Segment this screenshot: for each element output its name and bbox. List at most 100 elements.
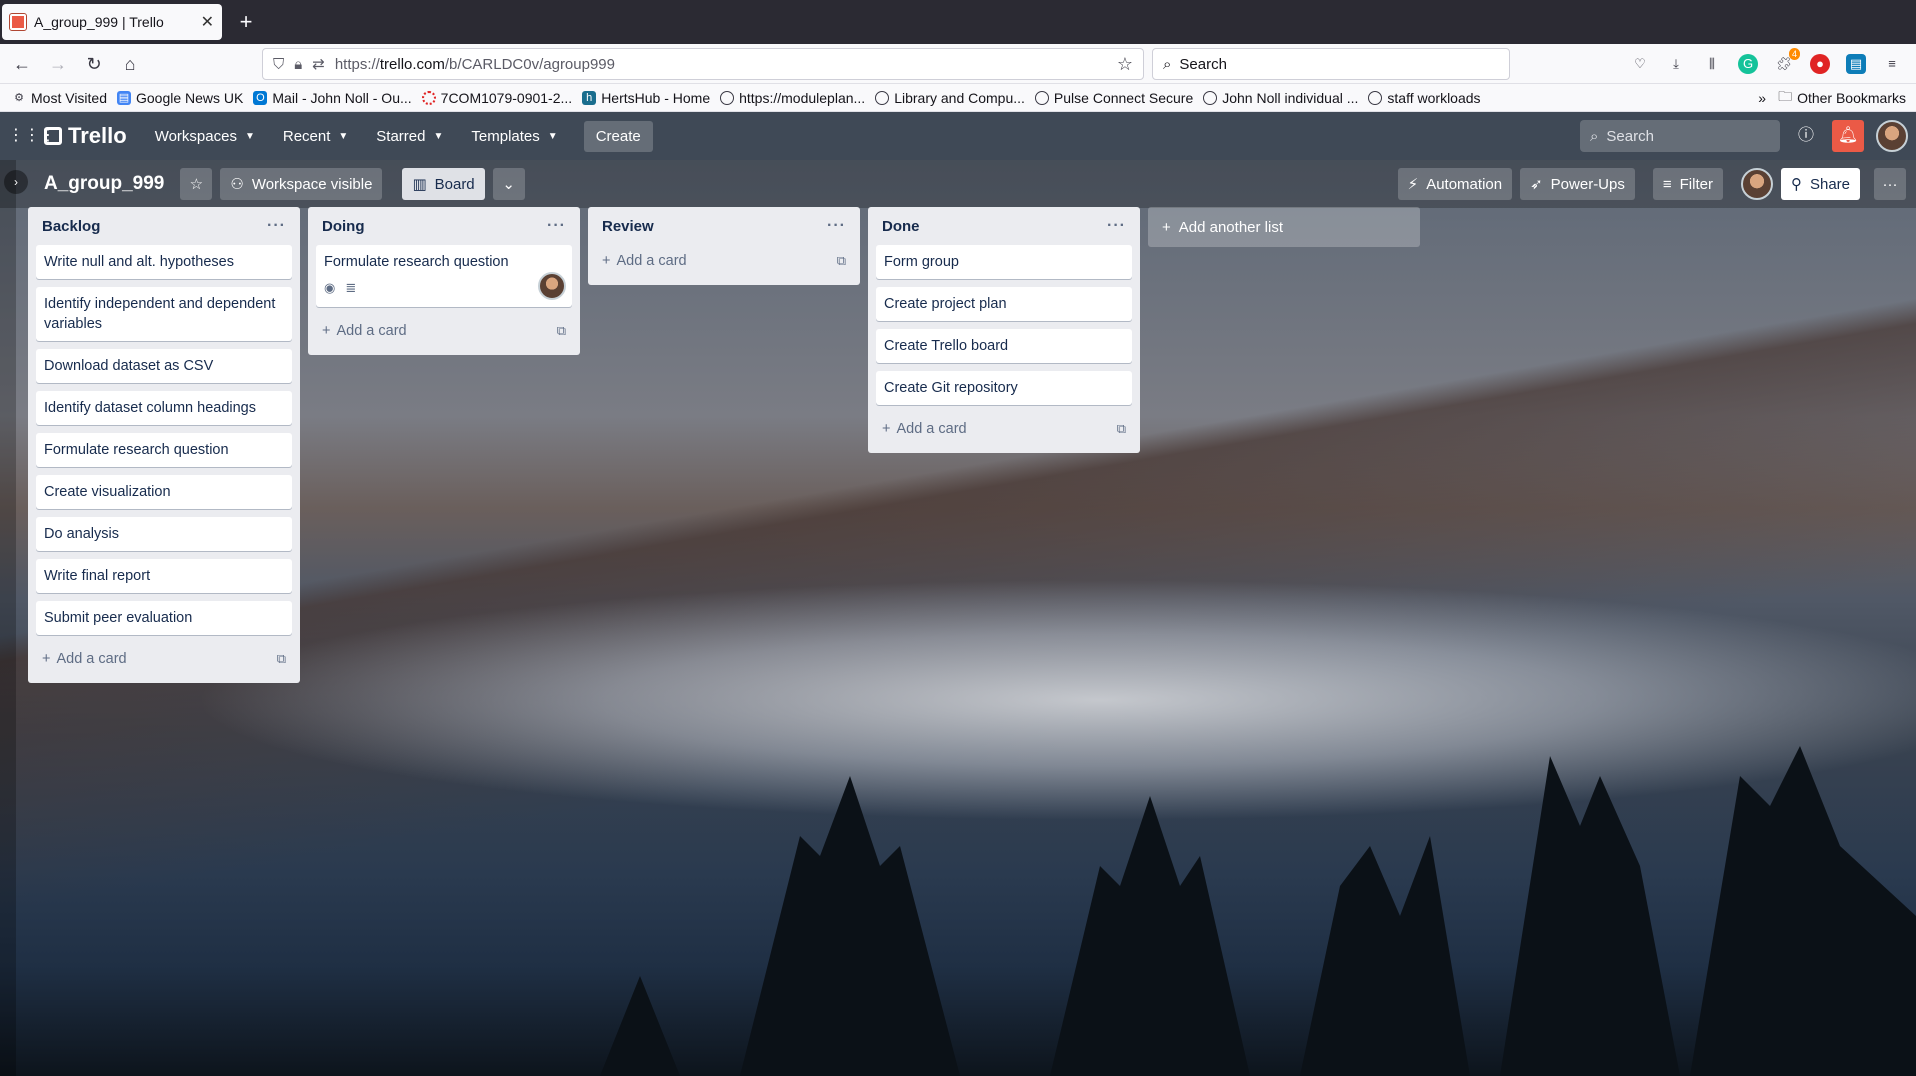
menu-workspaces[interactable]: Workspaces ▼ [143, 122, 267, 151]
pocket-icon[interactable]: ♡ [1630, 54, 1650, 74]
card[interactable]: Identify independent and dependent varia… [36, 287, 292, 341]
card-member-avatar[interactable] [538, 272, 566, 300]
list-header[interactable]: Review ··· [596, 207, 852, 245]
bookmark-item[interactable]: Library and Compu... [875, 90, 1025, 106]
hertshub-icon: h [582, 90, 597, 105]
card[interactable]: Formulate research question [36, 433, 292, 467]
new-tab-button[interactable]: + [232, 8, 260, 36]
library-icon[interactable]: ⫼ [1702, 54, 1722, 74]
sidebar-expand-icon[interactable]: › [4, 170, 28, 194]
list-menu-icon[interactable]: ··· [1107, 217, 1126, 235]
add-list-button[interactable]: + Add another list [1148, 207, 1420, 247]
bookmark-item[interactable]: O Mail - John Noll - Ou... [253, 90, 412, 106]
bookmark-item[interactable]: John Noll individual ... [1203, 90, 1358, 106]
bookmark-item[interactable]: 7COM1079-0901-2... [421, 90, 572, 106]
card[interactable]: Create Trello board [876, 329, 1132, 363]
star-board-button[interactable]: ☆ [180, 168, 213, 200]
create-button[interactable]: Create [583, 120, 653, 152]
card-template-icon[interactable]: ⧉ [1117, 421, 1126, 437]
powerups-button[interactable]: ➶ Power-Ups [1520, 168, 1635, 200]
card-template-icon[interactable]: ⧉ [837, 253, 846, 269]
extension-icon[interactable]: 🧩︎ 4 [1774, 48, 1800, 74]
card[interactable]: Create visualization [36, 475, 292, 509]
notifications-bell-icon[interactable]: 🔔︎ [1832, 120, 1864, 152]
list-header[interactable]: Done ··· [876, 207, 1132, 245]
card[interactable]: Form group [876, 245, 1132, 279]
permissions-icon[interactable]: ⇄ [312, 55, 325, 73]
menu-starred[interactable]: Starred ▼ [364, 122, 455, 151]
menu-recent[interactable]: Recent ▼ [271, 122, 360, 151]
bookmark-item[interactable]: staff workloads [1368, 90, 1481, 106]
card[interactable]: Submit peer evaluation [36, 601, 292, 635]
other-bookmarks[interactable]: 🗀︎ Other Bookmarks [1778, 86, 1906, 110]
list-header[interactable]: Doing ··· [316, 207, 572, 245]
list-title[interactable]: Review [602, 218, 654, 235]
card[interactable]: Download dataset as CSV [36, 349, 292, 383]
globe-icon [720, 90, 735, 105]
list-done: Done ··· Form group Create project plan … [868, 207, 1140, 453]
chevron-down-icon: ▼ [244, 130, 255, 142]
card[interactable]: Identify dataset column headings [36, 391, 292, 425]
bookmark-star-icon[interactable]: ☆ [1117, 54, 1133, 75]
list-menu-icon[interactable]: ··· [827, 217, 846, 235]
forward-icon[interactable]: → [46, 52, 70, 76]
filter-button[interactable]: ≡ Filter [1652, 168, 1723, 200]
pocket-red-icon[interactable]: ● [1810, 54, 1830, 74]
grammarly-icon[interactable]: G [1738, 54, 1758, 74]
back-icon[interactable]: ← [10, 52, 34, 76]
list-menu-icon[interactable]: ··· [547, 217, 566, 235]
card[interactable]: Write final report [36, 559, 292, 593]
share-button[interactable]: ⚲ Share [1780, 168, 1860, 200]
add-card-button[interactable]: + Add a card ⧉ [36, 643, 292, 675]
card-template-icon[interactable]: ⧉ [277, 651, 286, 667]
add-card-button[interactable]: + Add a card ⧉ [876, 413, 1132, 445]
list-title[interactable]: Done [882, 218, 920, 235]
board-menu-button[interactable]: ··· [1874, 168, 1906, 200]
shield-icon[interactable]: ⛉ [273, 56, 284, 73]
card-badges: ◉ ≣ [324, 272, 566, 300]
view-switcher-button[interactable]: ⌄ [492, 168, 525, 200]
menu-templates[interactable]: Templates ▼ [459, 122, 569, 151]
bookmark-item[interactable]: h HertsHub - Home [582, 90, 710, 106]
card[interactable]: Formulate research question ◉ ≣ [316, 245, 572, 307]
url-bar[interactable]: ⛉ 🔒︎ ⇄ https://trello.com/b/CARLDC0v/agr… [262, 48, 1144, 80]
card[interactable]: Do analysis [36, 517, 292, 551]
browser-tab[interactable]: A_group_999 | Trello ✕ [2, 4, 222, 40]
list-title[interactable]: Backlog [42, 218, 100, 235]
info-icon[interactable]: ⓘ [1790, 120, 1822, 152]
card-template-icon[interactable]: ⧉ [557, 323, 566, 339]
add-card-button[interactable]: + Add a card ⧉ [316, 315, 572, 347]
plus-icon: + [1162, 218, 1171, 236]
card[interactable]: Create Git repository [876, 371, 1132, 405]
plus-icon: + [42, 651, 51, 667]
tab-ext-icon[interactable]: ▤ [1846, 54, 1866, 74]
member-avatar[interactable] [1740, 168, 1773, 200]
downloads-icon[interactable]: ⤓ [1666, 54, 1686, 74]
app-switcher-icon[interactable]: ⋮⋮⋮ [8, 124, 56, 148]
lock-icon[interactable]: 🔒︎ [294, 56, 302, 73]
reload-icon[interactable]: ↻ [82, 52, 106, 76]
board-view-button[interactable]: ▥ Board [402, 168, 485, 200]
bookmark-item[interactable]: ▤ Google News UK [117, 90, 243, 106]
close-tab-icon[interactable]: ✕ [201, 12, 214, 32]
avatar[interactable] [1876, 120, 1908, 152]
trello-logo[interactable]: Trello [44, 123, 127, 149]
card[interactable]: Create project plan [876, 287, 1132, 321]
bookmark-item[interactable]: Pulse Connect Secure [1034, 90, 1193, 106]
home-icon[interactable]: ⌂ [118, 52, 142, 76]
bookmarks-overflow-icon[interactable]: » [1758, 90, 1766, 106]
list-menu-icon[interactable]: ··· [267, 217, 286, 235]
browser-search-field[interactable]: ⌕ Search [1152, 48, 1510, 80]
list-header[interactable]: Backlog ··· [36, 207, 292, 245]
board-title[interactable]: A_group_999 [44, 173, 164, 195]
add-card-button[interactable]: + Add a card ⧉ [596, 245, 852, 277]
visibility-button[interactable]: ⚇ Workspace visible [220, 168, 383, 200]
lightning-icon: ⚡︎ [1407, 176, 1419, 193]
trello-search-input[interactable]: ⌕ Search [1580, 120, 1780, 152]
automation-button[interactable]: ⚡︎ Automation [1397, 168, 1513, 200]
bookmark-item[interactable]: https://moduleplan... [720, 90, 865, 106]
menu-icon[interactable]: ≡ [1882, 54, 1902, 74]
card[interactable]: Write null and alt. hypotheses [36, 245, 292, 279]
bookmark-item[interactable]: ⚙ Most Visited [12, 90, 107, 106]
list-title[interactable]: Doing [322, 218, 365, 235]
